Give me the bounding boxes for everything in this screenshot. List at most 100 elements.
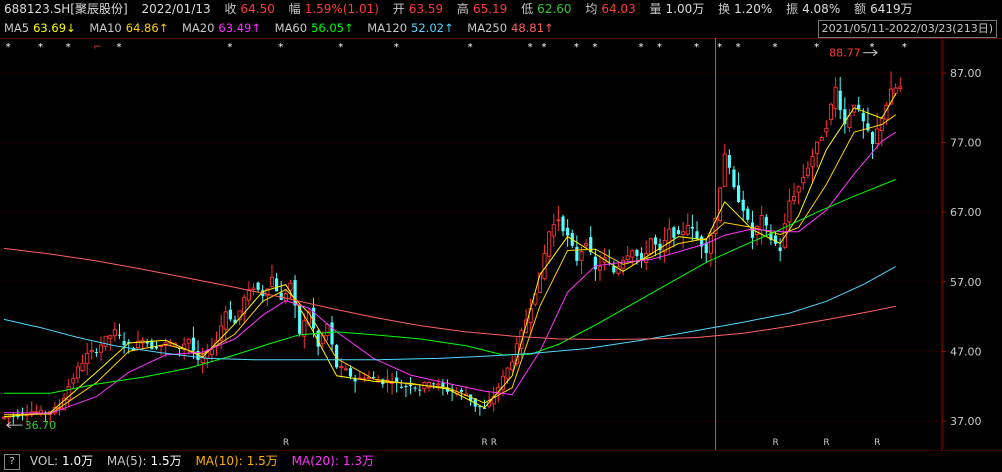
- candle-body: [191, 337, 196, 351]
- candle-body: [741, 199, 745, 211]
- top-event-marker: *: [717, 42, 722, 53]
- ma-line-ma250: [3, 247, 896, 341]
- candle-body: [372, 376, 376, 378]
- candle-body: [228, 309, 232, 320]
- open-label: 开: [392, 2, 405, 16]
- candle-body: [672, 227, 676, 238]
- candle-body: [408, 384, 413, 386]
- candle-body: [630, 250, 635, 258]
- top-event-marker: *: [38, 42, 43, 53]
- top-event-marker: *: [736, 42, 741, 53]
- y-tick-label: 87.00: [950, 67, 982, 80]
- candle-body: [764, 216, 768, 226]
- top-event-marker: *: [574, 42, 579, 53]
- candle-body: [810, 156, 815, 167]
- candle-body: [819, 137, 824, 141]
- ma60-name: MA60: [274, 21, 308, 35]
- candle-body: [209, 349, 214, 356]
- vol-label: VOL:: [29, 454, 58, 468]
- candle-body: [274, 278, 279, 292]
- candle-body: [718, 187, 723, 221]
- stock-symbol[interactable]: 688123.SH[聚辰股份]: [4, 2, 128, 16]
- close-value: 64.50: [240, 2, 275, 16]
- candle-body: [112, 329, 117, 337]
- candle-body: [426, 382, 432, 389]
- candle-body: [71, 377, 76, 384]
- candle-body: [838, 90, 842, 111]
- candle-body: [685, 224, 690, 235]
- ma-legend-bar: MA5 63.69↓ MA10 64.86↑ MA20 63.49↑ MA60 56.0…: [4, 19, 554, 38]
- candlestick-chart[interactable]: 87.00 77.00 67.00 57.00 47.00 37.00 88.77 36.70…: [0, 38, 1002, 450]
- candle-body: [80, 362, 85, 371]
- bottom-event-marker: R: [283, 438, 289, 448]
- amount-value: 6419万: [870, 2, 913, 16]
- top-event-marker: *: [528, 42, 533, 53]
- top-event-marker: *: [902, 42, 907, 53]
- change-label: 幅: [288, 2, 301, 16]
- top-event-marker: *: [6, 42, 11, 53]
- y-tick-label: 37.00: [950, 415, 982, 428]
- high-label: 高: [456, 2, 469, 16]
- bottom-event-marker: R: [823, 438, 829, 448]
- ma120-value: 52.02↑: [411, 21, 454, 35]
- vol-ma10-label: MA(10):: [195, 454, 243, 468]
- top-event-marker: *: [468, 42, 473, 53]
- candle-body: [551, 224, 556, 237]
- top-event-marker: *: [773, 42, 778, 53]
- candle-body: [246, 289, 251, 301]
- volume-indicator-bar: ? VOL: 1.0万 MA(5): 1.5万 MA(10): 1.5万 MA(20)…: [0, 450, 1002, 472]
- candle-body: [330, 322, 334, 345]
- candle-body: [279, 292, 283, 300]
- candle-body: [861, 112, 865, 122]
- candle-body: [418, 389, 422, 391]
- top-event-marker: *: [338, 42, 343, 53]
- candle-body: [251, 287, 256, 290]
- indicator-toggle-button[interactable]: ?: [4, 453, 20, 470]
- candle-body: [722, 153, 727, 187]
- candle-body: [186, 338, 191, 344]
- candle-body: [805, 167, 810, 176]
- ma10-name: MA10: [89, 21, 122, 35]
- ma20-name: MA20: [181, 21, 215, 35]
- candle-body: [98, 344, 104, 353]
- candle-body: [556, 219, 561, 222]
- candle-body: [815, 141, 820, 154]
- candle-body: [34, 411, 39, 414]
- date-range-selector[interactable]: 2021/05/11-2022/03/23(213日): [817, 20, 997, 38]
- top-event-marker: *: [394, 42, 399, 53]
- candle-body: [755, 226, 760, 235]
- close-label: 收: [224, 2, 237, 16]
- candle-body: [653, 237, 658, 245]
- candle-body: [625, 255, 630, 261]
- bottom-event-marker: R: [773, 438, 779, 448]
- top-event-marker: *: [657, 42, 662, 53]
- candle-body: [288, 282, 293, 291]
- candle-body: [681, 231, 686, 236]
- candle-body: [510, 361, 515, 371]
- candle-body: [708, 234, 713, 254]
- candle-body: [579, 251, 584, 261]
- candle-body: [648, 238, 653, 254]
- candle-body: [828, 103, 834, 120]
- top-event-marker: *: [542, 42, 547, 53]
- ma10-value: 64.86↑: [125, 21, 169, 35]
- candle-body: [736, 185, 741, 203]
- candle-body: [339, 366, 344, 369]
- candle-body: [283, 293, 288, 302]
- top-event-marker: *: [117, 42, 122, 53]
- turnover-label: 换: [718, 2, 731, 16]
- low-value: 62.60: [537, 2, 572, 16]
- vol-ma20-label: MA(20):: [291, 454, 339, 468]
- candle-body: [223, 311, 228, 330]
- ma250-value: 48.81↑: [511, 21, 554, 35]
- candle-body: [547, 231, 552, 257]
- ma-line-ma20: [3, 131, 896, 414]
- avg-value: 64.03: [601, 2, 636, 16]
- ma-line-ma10: [3, 114, 896, 416]
- candle-body: [893, 87, 898, 94]
- candle-body: [436, 383, 441, 386]
- candle-body: [667, 228, 672, 244]
- vol-value: 1.0万: [62, 454, 94, 468]
- candle-body: [584, 242, 589, 247]
- volume-label: 量: [649, 2, 662, 16]
